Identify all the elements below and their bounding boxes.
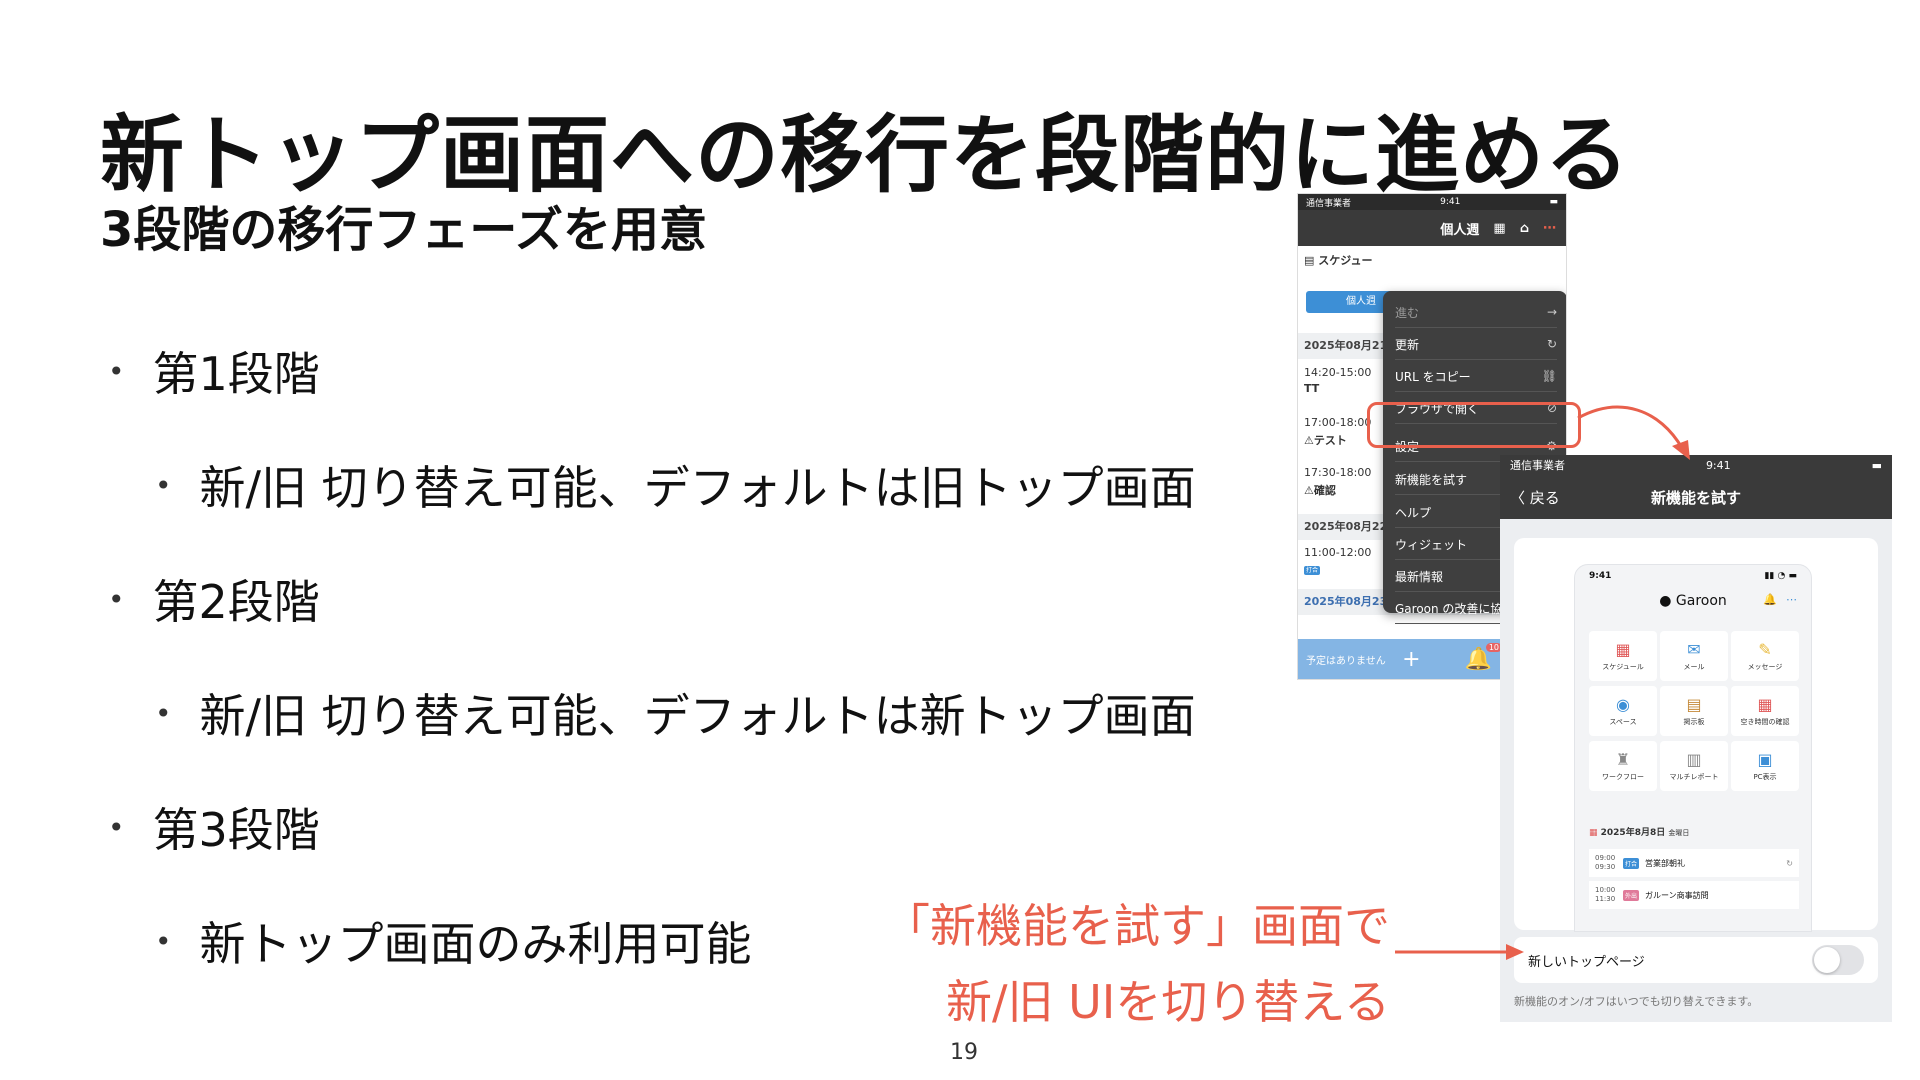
- curved-arrow: [1577, 405, 1684, 449]
- arrow-head: [1506, 944, 1524, 960]
- arrow-head: [1672, 440, 1690, 460]
- annotation-arrows: [1395, 405, 1690, 960]
